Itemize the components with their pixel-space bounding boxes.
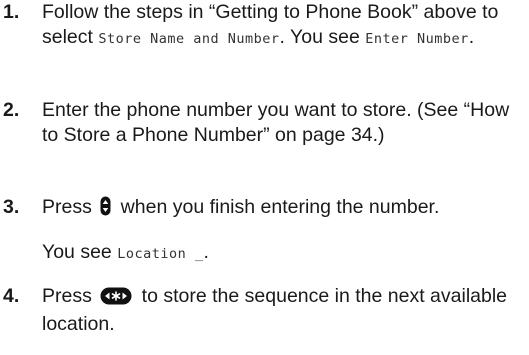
step-text: Follow the steps in “Getting to Phone Bo… bbox=[42, 0, 522, 52]
step-text: Press to store the sequence in the next … bbox=[42, 284, 522, 337]
step-number: 3. bbox=[3, 196, 20, 218]
step-text: Press when you finish entering the numbe… bbox=[42, 195, 522, 223]
step-text-part: . bbox=[468, 26, 475, 48]
step-text-part: You see bbox=[42, 241, 118, 263]
step-text-part: when you finish entering the number. bbox=[115, 196, 440, 218]
step-3: 3. Press when you finish entering the nu… bbox=[0, 195, 529, 223]
display-text-store-name-and-number: Store Name and Number bbox=[98, 31, 280, 47]
step-number: 4. bbox=[3, 285, 20, 307]
step-1: 1. Follow the steps in “Getting to Phone… bbox=[0, 0, 529, 52]
step-text-part: . bbox=[203, 241, 209, 263]
step-text-part: . You see bbox=[279, 26, 366, 48]
navigation-key-icon bbox=[100, 196, 111, 223]
step-text: Enter the phone number you want to store… bbox=[42, 99, 510, 146]
step-text-part: Press bbox=[42, 196, 98, 218]
step-4: 4. Press to store the sequence in the ne… bbox=[0, 284, 529, 337]
step-3-result: You see Location _. bbox=[42, 240, 209, 267]
step-number: 2. bbox=[3, 99, 20, 121]
display-text-location: Location _ bbox=[117, 246, 204, 262]
step-number: 1. bbox=[3, 1, 20, 23]
star-key-icon bbox=[100, 287, 132, 312]
display-text-enter-number: Enter Number bbox=[365, 31, 469, 47]
step-2: 2. Enter the phone number you want to st… bbox=[0, 98, 529, 148]
step-text-part: Press bbox=[42, 285, 98, 307]
